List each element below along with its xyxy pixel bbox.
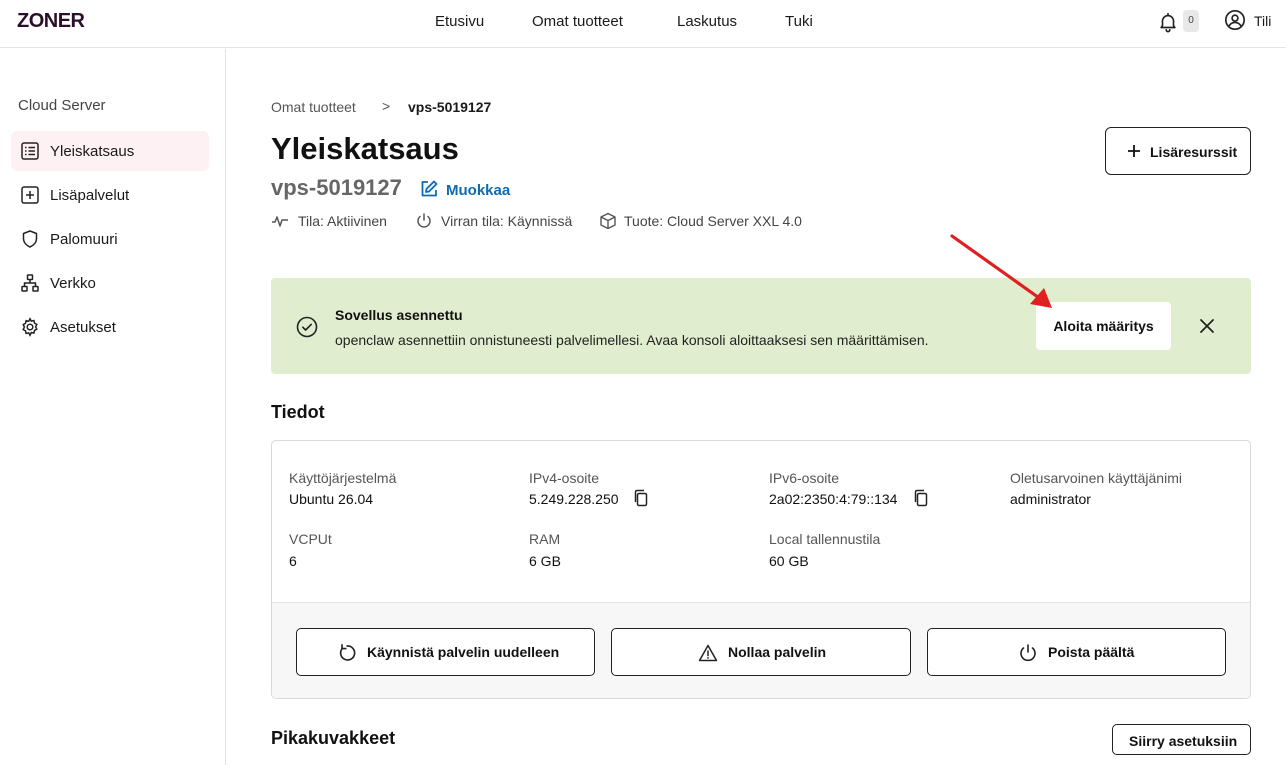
add-resources-button[interactable]: Lisäresurssit — [1105, 127, 1251, 175]
add-resources-label: Lisäresurssit — [1150, 144, 1238, 160]
sidebar-item-lisapalvelut[interactable]: Lisäpalvelut — [11, 175, 209, 215]
sidebar-item-label: Yleiskatsaus — [50, 143, 135, 160]
nav-tuki[interactable]: Tuki — [785, 13, 813, 30]
os-label: Käyttöjärjestelmä — [289, 470, 397, 486]
box-icon — [600, 212, 616, 230]
banner-title: Sovellus asennettu — [335, 307, 463, 323]
banner-text: openclaw asennettiin onnistuneesti palve… — [335, 332, 929, 348]
bell-icon[interactable] — [1157, 10, 1179, 34]
power-off-button[interactable]: Poista päältä — [927, 628, 1226, 676]
close-icon[interactable] — [1197, 316, 1217, 336]
sidebar-item-label: Asetukset — [50, 319, 116, 336]
check-circle-icon — [296, 316, 318, 338]
shield-icon — [22, 230, 38, 248]
ram-value: 6 GB — [529, 553, 561, 569]
breadcrumb-parent[interactable]: Omat tuotteet — [271, 99, 356, 115]
plus-icon — [1128, 145, 1140, 157]
breadcrumb-current: vps-5019127 — [408, 99, 492, 115]
sidebar: Cloud Server Yleiskatsaus Lisäpalvelut P… — [0, 49, 226, 765]
product-text: Tuote: Cloud Server XXL 4.0 — [624, 213, 802, 229]
restart-server-label: Käynnistä palvelin uudelleen — [367, 644, 560, 660]
success-banner: Sovellus asennettu openclaw asennettiin … — [271, 278, 1251, 374]
page-title: Yleiskatsaus — [271, 131, 459, 166]
ipv6-label: IPv6-osoite — [769, 470, 840, 486]
ipv4-label: IPv4-osoite — [529, 470, 600, 486]
go-to-settings-button[interactable]: Siirry asetuksiin — [1112, 724, 1251, 755]
copy-icon[interactable] — [912, 489, 930, 507]
vcpu-value: 6 — [289, 553, 297, 569]
status-text: Tila: Aktiivinen — [298, 213, 387, 229]
list-icon — [21, 142, 39, 160]
ipv6-value: 2a02:2350:4:79::134 — [769, 491, 898, 507]
top-navigation-bar: ZONER Etusivu Omat tuotteet Laskutus Tuk… — [0, 0, 1286, 48]
storage-value: 60 GB — [769, 553, 809, 569]
sidebar-title: Cloud Server — [18, 97, 106, 114]
reset-server-button[interactable]: Nollaa palvelin — [611, 628, 911, 676]
sidebar-item-yleiskatsaus[interactable]: Yleiskatsaus — [11, 131, 209, 171]
power-icon — [1020, 644, 1036, 662]
activity-icon — [272, 216, 288, 227]
edit-link[interactable]: Muokkaa — [446, 182, 510, 199]
account-label[interactable]: Tili — [1254, 13, 1271, 29]
gear-icon — [22, 317, 38, 337]
sidebar-item-verkko[interactable]: Verkko — [11, 263, 209, 303]
ipv4-value: 5.249.228.250 — [529, 491, 619, 507]
account-icon[interactable] — [1224, 9, 1246, 31]
details-card: Käyttöjärjestelmä Ubuntu 26.04 IPv4-osoi… — [271, 440, 1251, 699]
reset-server-label: Nollaa palvelin — [728, 644, 827, 660]
warning-icon — [698, 644, 718, 662]
default-username-value: administrator — [1010, 491, 1091, 507]
sidebar-item-asetukset[interactable]: Asetukset — [11, 307, 209, 347]
sidebar-item-label: Palomuuri — [50, 231, 118, 248]
zoner-logo[interactable]: ZONER — [17, 10, 85, 33]
server-name: vps-5019127 — [271, 175, 402, 200]
shortcuts-section-title: Pikakuvakkeet — [271, 728, 396, 748]
copy-icon[interactable] — [632, 489, 650, 507]
annotation-arrow — [950, 234, 1052, 308]
restart-icon — [339, 644, 356, 661]
details-section-title: Tiedot — [271, 402, 325, 422]
sidebar-item-label: Lisäpalvelut — [50, 187, 130, 204]
nav-etusivu[interactable]: Etusivu — [435, 13, 484, 30]
restart-server-button[interactable]: Käynnistä palvelin uudelleen — [296, 628, 595, 676]
nav-laskutus[interactable]: Laskutus — [677, 13, 737, 30]
edit-icon[interactable] — [419, 179, 439, 199]
sidebar-item-palomuuri[interactable]: Palomuuri — [11, 219, 209, 259]
network-icon — [21, 274, 39, 292]
power-off-label: Poista päältä — [1048, 644, 1135, 660]
go-to-settings-label: Siirry asetuksiin — [1129, 733, 1238, 749]
plus-square-icon — [21, 186, 39, 204]
os-value: Ubuntu 26.04 — [289, 491, 374, 507]
sidebar-item-label: Verkko — [50, 275, 96, 292]
power-text: Virran tila: Käynnissä — [441, 213, 573, 229]
notification-count-badge: 0 — [1183, 10, 1199, 32]
breadcrumb-separator: > — [382, 98, 391, 114]
vcpu-label: VCPUt — [289, 531, 332, 547]
nav-omat-tuotteet[interactable]: Omat tuotteet — [532, 13, 623, 30]
power-icon — [417, 213, 431, 228]
ram-label: RAM — [529, 531, 561, 547]
default-username-label: Oletusarvoinen käyttäjänimi — [1010, 470, 1182, 486]
storage-label: Local tallennustila — [769, 531, 881, 547]
